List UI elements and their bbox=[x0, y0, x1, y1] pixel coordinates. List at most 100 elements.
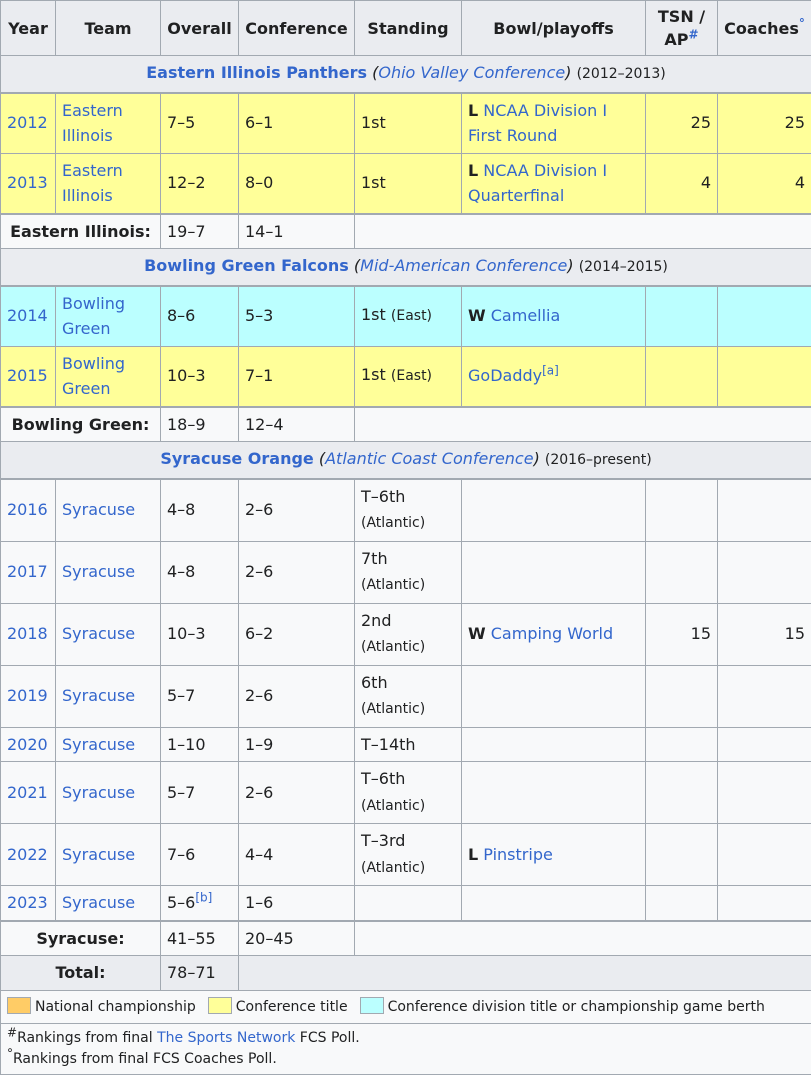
team-link[interactable]: Syracuse bbox=[62, 735, 135, 754]
overall-note-link[interactable]: [b] bbox=[195, 891, 212, 905]
team-link[interactable]: Eastern Illinois bbox=[62, 161, 123, 206]
cell-tsn: 4 bbox=[646, 153, 718, 214]
standing-value: 7th bbox=[361, 549, 388, 568]
header-tsn-line2: AP bbox=[664, 30, 688, 49]
bowl-link[interactable]: NCAA Division I First Round bbox=[468, 101, 607, 146]
team-link[interactable]: Syracuse bbox=[62, 845, 135, 864]
year-link[interactable]: 2022 bbox=[7, 845, 48, 864]
year-link[interactable]: 2020 bbox=[7, 735, 48, 754]
year-link[interactable]: 2016 bbox=[7, 500, 48, 519]
team-link[interactable]: Bowling Green bbox=[62, 294, 125, 339]
team-link[interactable]: Syracuse bbox=[62, 783, 135, 802]
cell-overall: 4–8 bbox=[161, 541, 239, 603]
bowl-result: L bbox=[468, 845, 478, 864]
section-conference-link[interactable]: Ohio Valley Conference bbox=[378, 63, 565, 82]
conference-value: 6–2 bbox=[245, 624, 273, 643]
team-link[interactable]: Syracuse bbox=[62, 624, 135, 643]
standing-division: (Atlantic) bbox=[361, 577, 425, 593]
cell-overall: 10–3 bbox=[161, 346, 239, 407]
cell-standing: 7th (Atlantic) bbox=[355, 541, 462, 603]
table-row: 2020Syracuse1–101–9T–14th bbox=[1, 727, 811, 762]
cell-bowl bbox=[462, 479, 646, 542]
bowl-note-link[interactable]: [a] bbox=[542, 364, 559, 378]
overall-value: 4–8 bbox=[167, 562, 195, 581]
tsn-rank: 4 bbox=[701, 173, 711, 192]
legend-item: Conference title bbox=[208, 999, 348, 1015]
bowl-link[interactable]: GoDaddy bbox=[468, 366, 542, 385]
table-row: 2012Eastern Illinois7–56–11stL NCAA Divi… bbox=[1, 93, 811, 154]
cell-team: Syracuse bbox=[56, 603, 161, 665]
cell-tsn: 25 bbox=[646, 93, 718, 154]
year-link[interactable]: 2023 bbox=[7, 893, 48, 912]
overall-value: 5–6 bbox=[167, 893, 195, 912]
cell-tsn bbox=[646, 479, 718, 542]
year-link[interactable]: 2014 bbox=[7, 306, 48, 325]
cell-coaches bbox=[718, 541, 811, 603]
overall-value: 12–2 bbox=[167, 173, 206, 192]
section-team-link[interactable]: Eastern Illinois Panthers bbox=[146, 63, 367, 82]
header-coaches-mark[interactable]: ° bbox=[799, 16, 805, 30]
year-link[interactable]: 2018 bbox=[7, 624, 48, 643]
conference-value: 2–6 bbox=[245, 562, 273, 581]
table-row: 2017 Syracuse 4–8 2–6 7th (Atlantic) bbox=[1, 541, 811, 603]
bowl-link[interactable]: NCAA Division I Quarterfinal bbox=[468, 161, 607, 206]
standing-value: T–6th bbox=[361, 487, 405, 506]
cell-coaches bbox=[718, 824, 811, 886]
standing-value: 6th bbox=[361, 673, 388, 692]
header-tsn-mark[interactable]: # bbox=[689, 28, 699, 42]
team-link[interactable]: Eastern Illinois bbox=[62, 101, 123, 146]
cell-bowl bbox=[462, 541, 646, 603]
bowl-link[interactable]: Pinstripe bbox=[483, 845, 553, 864]
notes-row: #Rankings from final The Sports Network … bbox=[1, 1023, 811, 1074]
note-tsn-link[interactable]: The Sports Network bbox=[157, 1030, 295, 1046]
note-tsn-post: FCS Poll. bbox=[295, 1030, 359, 1046]
total-label: Total: bbox=[55, 963, 105, 982]
cell-bowl: W Camellia bbox=[462, 286, 646, 347]
section-team-link[interactable]: Bowling Green Falcons bbox=[144, 256, 349, 275]
note-tsn-mark: # bbox=[7, 1025, 17, 1039]
bowl-link[interactable]: Camping World bbox=[491, 624, 613, 643]
cell-year: 2013 bbox=[1, 153, 56, 214]
section-years: (2012–2013) bbox=[577, 66, 666, 82]
year-link[interactable]: 2013 bbox=[7, 173, 48, 192]
year-link[interactable]: 2021 bbox=[7, 783, 48, 802]
cell-coaches bbox=[718, 762, 811, 824]
cell-conference: 7–1 bbox=[239, 346, 355, 407]
year-link[interactable]: 2019 bbox=[7, 686, 48, 705]
section-conference-link[interactable]: Atlantic Coast Conference bbox=[325, 449, 533, 468]
cell-conference: 6–1 bbox=[239, 93, 355, 154]
cell-overall: 1–10 bbox=[161, 727, 239, 762]
year-link[interactable]: 2015 bbox=[7, 366, 48, 385]
header-team: Team bbox=[56, 1, 161, 56]
team-link[interactable]: Syracuse bbox=[62, 893, 135, 912]
cell-year: 2012 bbox=[1, 93, 56, 154]
cell-team: Syracuse bbox=[56, 727, 161, 762]
cell-tsn bbox=[646, 762, 718, 824]
note-tsn: #Rankings from final The Sports Network … bbox=[7, 1028, 805, 1049]
year-link[interactable]: 2017 bbox=[7, 562, 48, 581]
coaches-rank: 25 bbox=[785, 113, 805, 132]
tsn-rank: 15 bbox=[691, 624, 711, 643]
team-link[interactable]: Bowling Green bbox=[62, 354, 125, 399]
coaching-record-table: Year Team Overall Conference Standing Bo… bbox=[0, 0, 811, 1075]
team-link[interactable]: Syracuse bbox=[62, 562, 135, 581]
section-conference-link[interactable]: Mid-American Conference bbox=[360, 256, 567, 275]
header-bowl: Bowl/playoffs bbox=[462, 1, 646, 56]
standing-value: T–6th bbox=[361, 769, 405, 788]
legend-swatch bbox=[208, 997, 232, 1014]
header-coaches-label: Coaches bbox=[724, 19, 799, 38]
team-link[interactable]: Syracuse bbox=[62, 500, 135, 519]
overall-value: 8–6 bbox=[167, 306, 195, 325]
bowl-result: W bbox=[468, 624, 486, 643]
bowl-link[interactable]: Camellia bbox=[491, 306, 561, 325]
table-row: 2019Syracuse5–72–66th (Atlantic) bbox=[1, 665, 811, 727]
cell-bowl: L Pinstripe bbox=[462, 824, 646, 886]
standing-division: (Atlantic) bbox=[361, 515, 425, 531]
conference-value: 2–6 bbox=[245, 500, 273, 519]
team-link[interactable]: Syracuse bbox=[62, 686, 135, 705]
total-row: Total:78–71 bbox=[1, 956, 811, 991]
section-team-link[interactable]: Syracuse Orange bbox=[160, 449, 313, 468]
year-link[interactable]: 2012 bbox=[7, 113, 48, 132]
conference-value: 1–6 bbox=[245, 893, 273, 912]
overall-value: 5–7 bbox=[167, 783, 195, 802]
